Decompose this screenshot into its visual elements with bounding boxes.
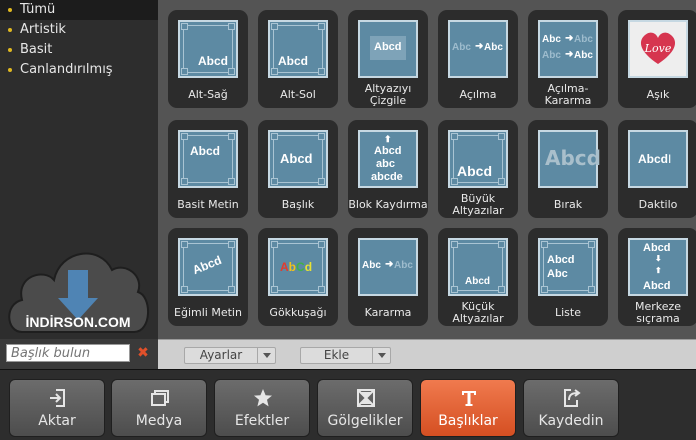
tab-transitions[interactable]: Gölgelikler [317,379,413,437]
title-label: Alt-Sol [280,87,316,101]
title-preview: AbcdI [628,130,688,188]
title-tile-acilma[interactable]: Abc ➜ Abc Açılma [438,10,518,108]
chevron-down-icon [372,348,390,363]
title-label: Basit Metin [177,197,239,211]
title-label: Alt-Sağ [188,87,228,101]
title-label: Büyük Altyazılar [452,191,504,217]
svg-text:Love: Love [644,42,672,55]
title-label: Açılma [459,87,497,101]
bullet-icon [8,48,12,52]
title-preview: Abcd [178,238,238,296]
title-label: Bırak [553,197,583,211]
settings-dropdown[interactable]: Ayarlar [184,347,276,364]
import-icon [50,389,65,407]
title-preview: Abcd [268,20,328,78]
title-preview: Abcd [358,20,418,78]
title-label: Aşık [646,87,670,101]
bullet-icon [8,8,12,12]
title-tile-baslik[interactable]: Abcd Başlık [258,120,338,218]
title-tile-kararma[interactable]: Abc ➜ Abc Kararma [348,228,428,326]
category-item-artistic[interactable]: Artistik [0,20,158,40]
title-tile-buyuk-altyazilar[interactable]: Abcd Büyük Altyazılar [438,120,518,218]
title-tile-asik[interactable]: Love Aşık [618,10,696,108]
title-tile-daktilo[interactable]: AbcdI Daktilo [618,120,696,218]
title-tile-altyaziyi-cizgile[interactable]: Abcd Altyazıyı Çizgile [348,10,428,108]
watermark-text: İNDİRSON.COM [26,314,131,330]
title-label: Blok Kaydırma [348,197,428,211]
bullet-icon [8,68,12,72]
title-preview: Abc ➜ Abc Abc ➜ Abc [538,20,598,78]
title-tile-kucuk-altyazilar[interactable]: Abcd Küçük Altyazılar [438,228,518,326]
title-preview: Abcd [178,130,238,188]
title-tile-blok-kaydirma[interactable]: ⬆ Abcd abc abcde Blok Kaydırma [348,120,428,218]
bullet-icon [8,28,12,32]
title-tile-acilma-kararma[interactable]: Abc ➜ Abc Abc ➜ Abc Açılma-Kararma [528,10,608,108]
title-tile-gokkusagi[interactable]: AbCd Gökkuşağı [258,228,338,326]
tab-media[interactable]: Medya [111,379,207,437]
title-preview: Love [628,20,688,78]
title-preview: Abcd [448,130,508,188]
transition-icon [357,389,375,407]
export-icon [564,389,581,407]
title-gallery: Abcd Alt-Sağ Abcd Alt-Sol Abcd Altyazıyı… [158,0,696,339]
add-dropdown[interactable]: Ekle [300,347,391,364]
title-preview: Abc ➜ Abc [448,20,508,78]
title-label: Gökkuşağı [269,305,327,319]
tab-import[interactable]: Aktar [9,379,105,437]
title-label: Merkeze sıçrama [634,299,682,325]
category-item-basic[interactable]: Basit [0,40,158,60]
chevron-down-icon [257,348,275,363]
main-navigation: Aktar Medya Efektler Gölgelikler Başlıkl… [0,369,696,440]
title-label: Başlık [281,197,315,211]
titles-panel: Tümü Artistik Basit Canlandırılmış İNDİR… [0,0,696,440]
title-tile-egimli-metin[interactable]: Abcd Eğimli Metin [168,228,248,326]
title-preview: ⬆ Abcd abc abcde [358,130,418,188]
title-preview: Abcd Abc [538,238,598,296]
category-item-all[interactable]: Tümü [0,0,158,20]
title-label: Liste [555,305,581,319]
title-toolbar: Ayarlar Ekle [158,339,696,370]
title-tile-alt-sol[interactable]: Abcd Alt-Sol [258,10,338,108]
title-label: Kararma [364,305,412,319]
title-tile-birak[interactable]: Abcd Bırak [528,120,608,218]
media-icon [151,390,169,406]
tab-titles[interactable]: Başlıklar [420,379,516,437]
title-label: Daktilo [638,197,678,211]
title-tile-basit-metin[interactable]: Abcd Basit Metin [168,120,248,218]
title-tile-alt-sag[interactable]: Abcd Alt-Sağ [168,10,248,108]
star-icon [254,389,272,407]
clear-search-icon[interactable]: ✖ [136,346,150,360]
title-label: Eğimli Metin [174,305,242,319]
title-search-input[interactable] [6,344,130,362]
tab-effects[interactable]: Efektler [214,379,310,437]
category-item-animated[interactable]: Canlandırılmış [0,60,158,80]
title-label: Açılma-Kararma [544,81,592,107]
title-preview: Abcd [268,130,328,188]
title-preview: Abcd [178,20,238,78]
category-sidebar: Tümü Artistik Basit Canlandırılmış İNDİR… [0,0,159,362]
title-preview: Abcd [538,130,601,188]
title-preview: AbCd [268,238,328,296]
tab-save[interactable]: Kaydedin [523,379,619,437]
title-label: Altyazıyı Çizgile [364,81,412,107]
title-tile-merkeze-sicrama[interactable]: Abcd ⬇ ⬆ Abcd Merkeze sıçrama [618,228,696,326]
heart-icon: Love [640,32,676,64]
title-preview: Abcd [448,238,508,296]
download-cloud-watermark: İNDİRSON.COM [8,252,150,333]
title-tile-liste[interactable]: Abcd Abc Liste [528,228,608,326]
title-label: Küçük Altyazılar [452,299,504,325]
title-preview: Abcd ⬇ ⬆ Abcd [628,238,688,296]
title-preview: Abc ➜ Abc [358,238,418,296]
title-t-icon [462,391,476,406]
